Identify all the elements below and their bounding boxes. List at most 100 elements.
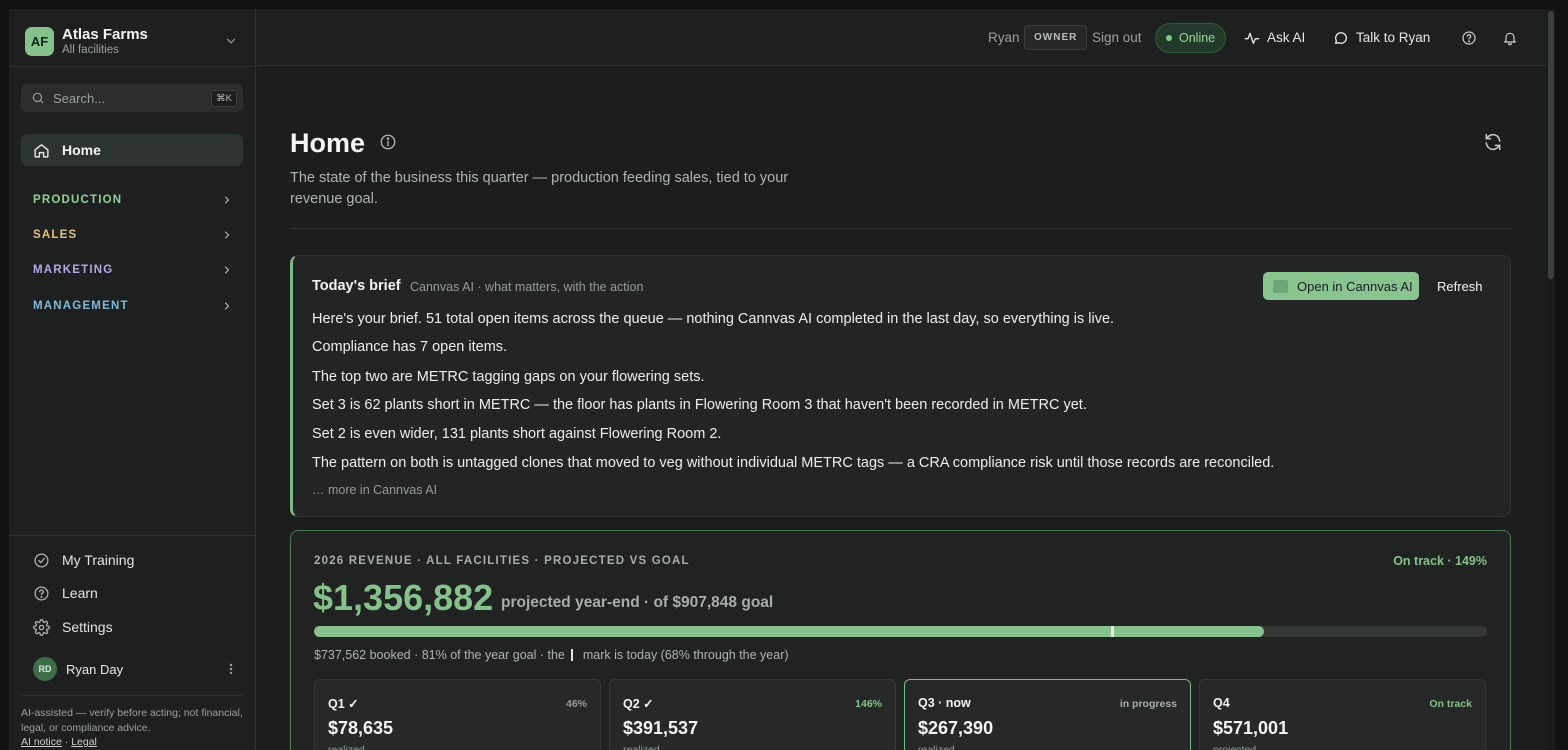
ai-notice-link[interactable]: AI notice	[21, 736, 62, 748]
search-box[interactable]: Search... ⌘K	[21, 84, 243, 112]
app-window: AF Atlas Farms All facilities Search... …	[9, 9, 1555, 750]
sidebar-section-production[interactable]: PRODUCTION	[33, 190, 233, 210]
ask-ai-label: Ask AI	[1267, 30, 1306, 45]
quarter-amount: $391,537	[623, 718, 699, 738]
sign-out-button[interactable]: Sign out	[1092, 9, 1142, 66]
status-wrap: Online	[1155, 9, 1227, 66]
check-circle-icon	[34, 552, 49, 568]
sidebar-item-label: Home	[62, 142, 101, 158]
page-title: Home	[290, 128, 366, 158]
sidebar-item-label: My Training	[62, 552, 135, 568]
ask-ai-button[interactable]: Ask AI	[1244, 9, 1305, 66]
quarter-status: realized	[623, 744, 660, 750]
sidebar-item-label: Settings	[62, 619, 113, 635]
scrollbar-thumb[interactable]	[1548, 11, 1554, 279]
chevron-down-icon[interactable]	[224, 34, 238, 48]
avatar: RD	[33, 657, 57, 681]
quarter-card-q1[interactable]: Q1 ✓ 46% $78,635 realized	[314, 679, 601, 750]
chat-icon	[1335, 31, 1347, 44]
quarter-percent: 46%	[565, 698, 587, 710]
refresh-brief-button[interactable]: Refresh	[1429, 272, 1491, 300]
revenue-amount: $1,356,882	[313, 577, 494, 618]
legal-links: AI notice · Legal	[21, 736, 97, 748]
brief-line: Compliance has 7 open items.	[312, 339, 508, 355]
revenue-status: On track · 149%	[1393, 554, 1487, 568]
top-bar: Ryan OWNER Sign out Online Ask AI Talk t…	[257, 9, 1546, 66]
sidebar-item-learn[interactable]: Learn	[33, 583, 233, 603]
brief-line: The pattern on both is untagged clones t…	[312, 455, 1275, 471]
section-label: MANAGEMENT	[33, 300, 129, 312]
scrollbar[interactable]	[1546, 9, 1555, 750]
open-in-cannvas-ai-button[interactable]: Open in Cannvas AI	[1263, 272, 1419, 300]
brief-line: Set 2 is even wider, 131 plants short ag…	[312, 426, 722, 442]
brief-subtitle: Cannvas AI · what matters, with the acti…	[410, 280, 644, 294]
talk-to-ryan-label: Talk to Ryan	[1356, 30, 1431, 45]
quarter-status: projected	[1213, 744, 1257, 750]
ai-disclaimer: AI-assisted — verify before acting; not …	[21, 707, 243, 734]
org-switcher[interactable]: AF Atlas Farms All facilities	[25, 25, 240, 57]
more-vertical-icon[interactable]	[229, 663, 233, 675]
main-content: Home The state of the business this quar…	[290, 66, 1512, 750]
brief-line: Set 3 is 62 plants short in METRC — the …	[312, 397, 1087, 413]
quarter-amount: $78,635	[328, 718, 394, 738]
sidebar-item-home[interactable]: Home	[21, 134, 243, 166]
quarter-card-q2[interactable]: Q2 ✓ 146% $391,537 realized	[609, 679, 896, 750]
help-circle-icon	[1462, 30, 1476, 45]
page-description: The state of the business this quarter —…	[290, 170, 789, 207]
quarter-amount: $571,001	[1213, 718, 1289, 738]
divider	[21, 695, 243, 696]
divider	[9, 66, 256, 67]
quarter-label: Q2 ✓	[623, 697, 654, 711]
help-button[interactable]	[1461, 9, 1477, 66]
info-icon[interactable]	[379, 133, 397, 151]
chevron-right-icon	[224, 266, 230, 274]
todays-brief-card: Today's brief Cannvas AI · what matters,…	[290, 255, 1511, 517]
revenue-caption: projected year-end · of $907,848 goal	[501, 594, 774, 611]
today-marker-glyph	[570, 649, 573, 661]
search-shortcut: ⌘K	[211, 89, 237, 107]
quarter-card-q3[interactable]: Q3 · now in progress $267,390 realized	[904, 679, 1191, 750]
divider	[290, 228, 1511, 229]
search-icon	[32, 92, 44, 104]
org-subtitle: All facilities	[62, 43, 119, 56]
quarter-percent: 146%	[855, 698, 882, 710]
role-badge: OWNER	[1024, 25, 1088, 50]
quarter-label: Q3 · now	[918, 696, 971, 710]
revenue-label: 2026 REVENUE · ALL FACILITIES · PROJECTE…	[314, 555, 690, 567]
sidebar-section-marketing[interactable]: MARKETING	[33, 260, 233, 280]
user-profile[interactable]: RD Ryan Day	[33, 657, 233, 681]
sidebar: AF Atlas Farms All facilities Search... …	[9, 9, 256, 750]
status-text: Online	[1179, 30, 1216, 45]
status-dot	[1166, 34, 1172, 41]
revenue-progress-bar	[314, 626, 1487, 637]
section-label: SALES	[33, 229, 78, 241]
quarter-amount: $267,390	[918, 718, 994, 738]
talk-to-ryan-button[interactable]: Talk to Ryan	[1333, 9, 1430, 66]
quarter-status: realized	[918, 744, 955, 750]
sidebar-item-my-training[interactable]: My Training	[33, 550, 233, 570]
help-circle-icon	[34, 585, 49, 601]
notifications-button[interactable]	[1502, 9, 1518, 66]
bell-icon	[1504, 32, 1516, 45]
status-badge: Online	[1155, 22, 1227, 53]
cannvas-ai-icon	[1273, 279, 1288, 293]
legal-link[interactable]: Legal	[71, 736, 97, 748]
chevron-right-icon	[224, 196, 230, 204]
brief-line: The top two are METRC tagging gaps on yo…	[312, 369, 705, 385]
search-input[interactable]: Search...	[53, 91, 211, 106]
section-label: PRODUCTION	[33, 194, 123, 206]
sidebar-section-sales[interactable]: SALES	[33, 225, 233, 245]
more-in-cannvas-ai-link[interactable]: … more in Cannvas AI	[312, 483, 437, 497]
progress-note-end: mark is today (68% through the year)	[582, 648, 789, 662]
role-badge-wrap: OWNER	[1024, 9, 1088, 66]
quarter-label: Q1 ✓	[328, 697, 359, 711]
revenue-card: 2026 REVENUE · ALL FACILITIES · PROJECTE…	[290, 530, 1511, 750]
quarter-card-q4[interactable]: Q4 On track $571,001 projected	[1199, 679, 1486, 750]
current-user: Ryan	[988, 30, 1020, 45]
refresh-icon[interactable]	[1483, 132, 1503, 152]
revenue-progress-fill	[314, 626, 1265, 637]
button-label: Open in Cannvas AI	[1297, 278, 1413, 294]
sidebar-section-management[interactable]: MANAGEMENT	[33, 296, 233, 316]
sidebar-item-label: Learn	[62, 585, 98, 601]
sidebar-item-settings[interactable]: Settings	[33, 617, 233, 637]
